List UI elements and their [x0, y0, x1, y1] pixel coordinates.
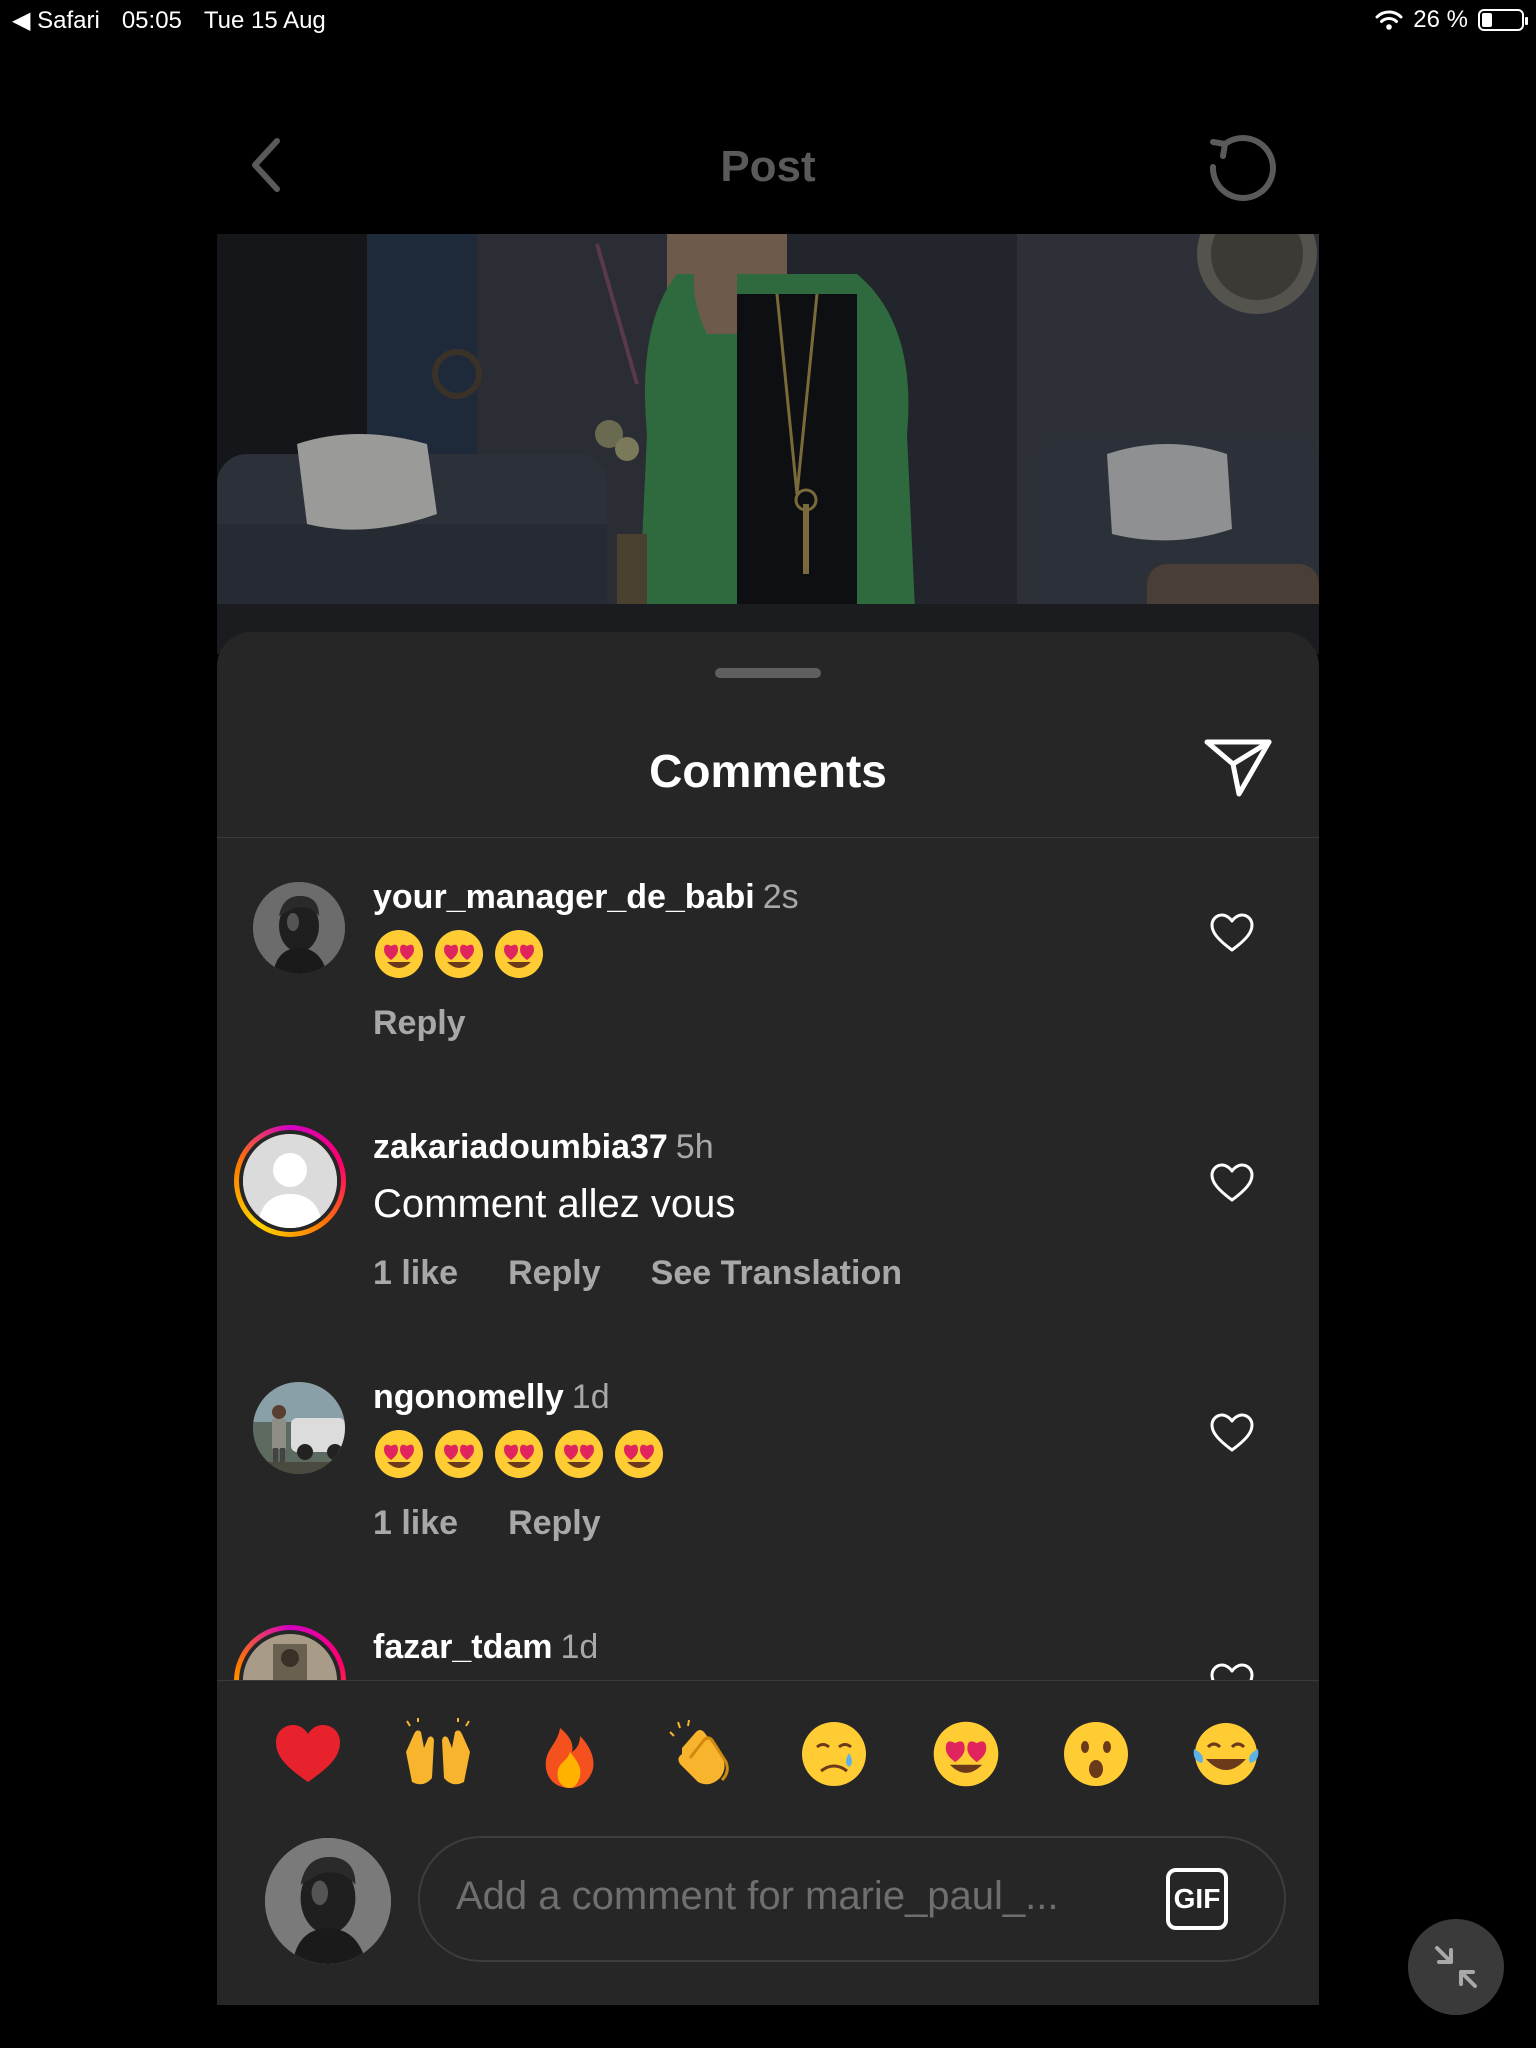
comment-username[interactable]: fazar_tdam 1d: [373, 1628, 598, 1667]
paper-plane-icon: [1204, 739, 1272, 797]
share-button[interactable]: [1203, 736, 1273, 798]
raising-hands-icon: [406, 1718, 470, 1785]
post-frame: Post Comments your_manager_de_babi 2s Re…: [217, 0, 1319, 2005]
comments-list[interactable]: your_manager_de_babi 2s Reply zakariadou…: [217, 838, 1319, 1680]
post-header: Post: [217, 100, 1319, 240]
comments-sheet: Comments your_manager_de_babi 2s Reply z…: [217, 632, 1319, 2005]
battery-percent: 26 %: [1413, 6, 1468, 33]
comment-item: your_manager_de_babi 2s Reply: [217, 838, 1319, 1088]
comment-item: zakariadoumbia37 5h Comment allez vous 1 …: [217, 1088, 1319, 1338]
reaction-heart-button[interactable]: [269, 1715, 347, 1793]
fire-icon: [545, 1728, 594, 1788]
heart-icon: [1210, 1163, 1254, 1202]
comment-input[interactable]: Add a comment for marie_paul_... GIF: [418, 1836, 1286, 1962]
comment-composer: Add a comment for marie_paul_... GIF: [217, 1820, 1319, 1970]
comment-input-placeholder: Add a comment for marie_paul_...: [456, 1874, 1059, 1918]
heart-icon: [1210, 1413, 1254, 1452]
exit-fullscreen-button[interactable]: [1408, 1919, 1504, 2015]
avatar-image: [253, 882, 345, 974]
drag-handle[interactable]: [715, 668, 821, 678]
comments-title: Comments: [649, 745, 887, 797]
avatar-with-story-ring[interactable]: [234, 1125, 346, 1237]
reaction-clap-button[interactable]: [663, 1715, 741, 1793]
comment-item: fazar_tdam 1d: [217, 1588, 1319, 1680]
comment-actions: 1 like Reply: [373, 1504, 601, 1543]
heart-eyes-emoji-icon: [435, 930, 483, 978]
post-photo: [217, 234, 1319, 654]
heart-eyes-emoji-icon: [555, 1430, 603, 1478]
reaction-fire-button[interactable]: [531, 1715, 609, 1793]
quick-reactions-bar: [217, 1680, 1319, 1811]
heart-icon: [1210, 1663, 1254, 1680]
heart-eyes-emoji-icon: [495, 930, 543, 978]
reply-button[interactable]: Reply: [508, 1504, 601, 1543]
default-avatar-icon: [243, 1134, 337, 1228]
battery-icon: [1478, 9, 1528, 31]
collapse-arrows-icon: [1435, 1946, 1477, 1988]
heart-eyes-emoji-icon: [495, 1430, 543, 1478]
heart-eyes-emoji-icon: [435, 1430, 483, 1478]
like-comment-button[interactable]: [1209, 1412, 1255, 1454]
heart-eyes-emoji-icon: [375, 1430, 423, 1478]
comment-actions: Reply: [373, 1004, 466, 1043]
avatar-image: [243, 1634, 337, 1680]
comment-time: 1d: [560, 1628, 599, 1666]
reaction-surprised-button[interactable]: [1057, 1715, 1135, 1793]
likes-count[interactable]: 1 like: [373, 1504, 458, 1543]
avatar-image: [253, 1382, 345, 1474]
heart-icon: [1210, 913, 1254, 952]
back-to-safari-link[interactable]: ◀ Safari: [12, 6, 100, 35]
page-title: Post: [720, 142, 816, 191]
comment-username[interactable]: your_manager_de_babi 2s: [373, 878, 799, 917]
gif-button[interactable]: GIF: [1166, 1868, 1228, 1930]
reaction-laughing-button[interactable]: [1187, 1715, 1265, 1793]
surprised-face-icon: [1064, 1722, 1128, 1786]
reply-button[interactable]: Reply: [373, 1004, 466, 1043]
avatar[interactable]: [253, 882, 345, 974]
username-text[interactable]: fazar_tdam: [373, 1628, 553, 1666]
reaction-heart-eyes-button[interactable]: [927, 1715, 1005, 1793]
avatar[interactable]: [253, 1382, 345, 1474]
like-comment-button[interactable]: [1209, 912, 1255, 954]
username-text[interactable]: ngonomelly: [373, 1378, 564, 1416]
comment-actions: 1 like Reply See Translation: [373, 1254, 902, 1293]
reaction-raised-hands-button[interactable]: [399, 1715, 477, 1793]
like-comment-button[interactable]: [1209, 1662, 1255, 1680]
username-text[interactable]: zakariadoumbia37: [373, 1128, 668, 1166]
refresh-button[interactable]: [1205, 130, 1279, 204]
like-comment-button[interactable]: [1209, 1162, 1255, 1204]
comment-username[interactable]: ngonomelly 1d: [373, 1378, 610, 1417]
reply-button[interactable]: Reply: [508, 1254, 601, 1293]
comment-username[interactable]: zakariadoumbia37 5h: [373, 1128, 714, 1167]
avatar-image: [265, 1838, 391, 1964]
status-time: 05:05: [121, 6, 182, 34]
clapping-hands-icon: [669, 1719, 729, 1785]
post-photo-image: [217, 234, 1319, 654]
comment-time: 1d: [571, 1378, 610, 1416]
red-heart-icon: [276, 1725, 340, 1782]
current-user-avatar: [265, 1838, 391, 1964]
crying-face-icon: [802, 1722, 866, 1786]
comment-item: ngonomelly 1d 1 like Reply: [217, 1338, 1319, 1588]
comment-time: 2s: [762, 878, 799, 916]
reaction-crying-button[interactable]: [795, 1715, 873, 1793]
avatar-with-story-ring[interactable]: [234, 1625, 346, 1680]
comment-text: [373, 928, 545, 980]
username-text[interactable]: your_manager_de_babi: [373, 878, 755, 916]
refresh-icon: [1209, 135, 1276, 201]
see-translation-button[interactable]: See Translation: [651, 1254, 902, 1293]
heart-eyes-emoji-icon: [933, 1721, 999, 1787]
comment-text: [373, 1428, 665, 1480]
comment-text: Comment allez vous: [373, 1182, 736, 1226]
comment-time: 5h: [675, 1128, 714, 1166]
heart-eyes-emoji-icon: [615, 1430, 663, 1478]
wifi-icon: [1375, 10, 1403, 30]
heart-eyes-emoji-icon: [375, 930, 423, 978]
likes-count[interactable]: 1 like: [373, 1254, 458, 1293]
tears-of-joy-icon: [1193, 1723, 1259, 1785]
